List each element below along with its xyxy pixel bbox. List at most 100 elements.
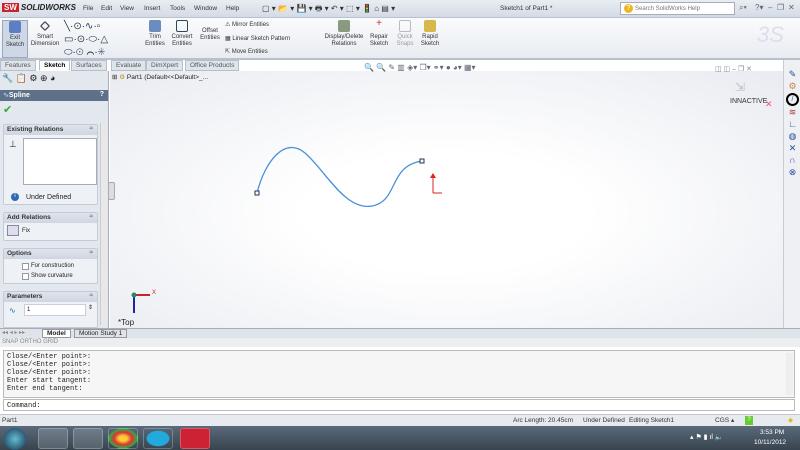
existing-relations-header[interactable]: Existing Relations <box>4 125 97 135</box>
help-icon[interactable]: ?▾ <box>755 3 763 12</box>
for-construction-label: For construction <box>31 263 75 269</box>
bottom-tabs-bar: ◂◂ ◂ ▸ ▸▸ Model Motion Study 1 <box>0 328 800 338</box>
system-tray-icons[interactable]: ▴ ⚑ ▮ ıl 🔈 <box>690 433 724 441</box>
quick-snaps-button[interactable]: Quick Snaps <box>394 20 416 48</box>
menu-help[interactable]: Help <box>226 5 239 12</box>
solidworks-logo: SW SOLIDWORKS <box>2 3 76 12</box>
command-manager: Exit Sketch Smart Dimension ╲·⊙·∿·▫ ▭·⊙·⬭… <box>0 18 800 60</box>
sketch-tools-grid[interactable]: ╲·⊙·∿·▫ ▭·⊙·⬭·△ ⬭·⊙ ⌒·✳ <box>64 20 108 59</box>
repair-label: Repair Sketch <box>369 34 389 47</box>
command-scrollbar[interactable] <box>786 353 793 395</box>
search-icon[interactable]: ⌕▾ <box>739 3 747 13</box>
brand-name: SOLIDWORKS <box>20 3 76 12</box>
offset-entities-button[interactable]: Offset Entities <box>198 28 222 42</box>
quick-snaps-icon <box>399 20 411 32</box>
origin-icon <box>430 173 442 194</box>
menu-file[interactable]: File <box>83 5 93 12</box>
solidworks-taskbar-icon[interactable] <box>180 428 210 449</box>
start-button[interactable] <box>4 428 26 450</box>
tab-motion-study[interactable]: Motion Study 1 <box>74 329 128 338</box>
spline-points-icon: ∿ <box>9 306 16 315</box>
history-line: Close/<Enter point>: <box>7 369 92 377</box>
status-bar: Part1 Arc Length: 20.45cm Under Defined … <box>0 414 800 426</box>
help-button[interactable]: ? <box>100 91 104 98</box>
menu-insert[interactable]: Insert <box>144 5 160 12</box>
menu-edit[interactable]: Edit <box>101 5 112 12</box>
clock-date[interactable]: 10/11/2012 <box>754 439 786 446</box>
media-player-taskbar-icon[interactable] <box>73 428 103 449</box>
highlighted-circle-icon[interactable]: / <box>786 93 799 106</box>
search-help-input[interactable]: Search SolidWorks Help <box>620 2 735 15</box>
close-icon[interactable]: ✕ <box>788 3 795 12</box>
ok-checkmark-icon[interactable]: ✔ <box>3 103 12 116</box>
trim-label: Trim Entities <box>145 34 165 47</box>
repair-icon: + <box>376 18 382 29</box>
move-label: Move Entities <box>231 49 268 55</box>
mirror-entities-button[interactable]: ⚠ Mirror Entities <box>225 21 269 28</box>
move-entities-button[interactable]: ⇱ Move Entities <box>225 48 268 55</box>
sketch-canvas[interactable] <box>110 71 783 328</box>
parameters-section: Parameters ∿ 1 ⇕ <box>3 291 98 328</box>
menu-window[interactable]: Window <box>194 5 217 12</box>
tab-surfaces[interactable]: Surfaces <box>71 60 107 71</box>
menu-tools[interactable]: Tools <box>170 5 185 12</box>
display-delete-relations-button[interactable]: Display/Delete Relations <box>322 20 366 48</box>
tab-scroll-arrows[interactable]: ◂◂ ◂ ▸ ▸▸ <box>2 329 25 336</box>
graphics-area[interactable]: ⊞ ⚙ Part1 (Default<<Default>_... 🔍 🔍 ✎ ▥… <box>108 63 783 328</box>
units-dropdown-icon[interactable]: ▴ <box>731 416 734 424</box>
smart-dimension-button[interactable]: Smart Dimension <box>29 20 61 48</box>
restore-icon[interactable]: ❐ <box>777 3 784 12</box>
tab-model[interactable]: Model <box>42 329 71 338</box>
exit-sketch-button[interactable]: Exit Sketch <box>2 20 28 58</box>
menu-view[interactable]: View <box>120 5 134 12</box>
parameters-header[interactable]: Parameters <box>4 292 97 302</box>
manager-tabs[interactable]: 🔧 📋 ⚙ ⊕ ◕ <box>2 73 55 84</box>
tab-evaluate[interactable]: Evaluate <box>111 60 147 71</box>
status-editing: Editing Sketch1 <box>629 417 675 424</box>
fix-icon[interactable] <box>7 225 19 236</box>
spin-button[interactable]: ⇕ <box>88 304 93 311</box>
command-input[interactable]: Command: <box>3 399 795 411</box>
units-selector[interactable]: CGS <box>715 417 729 424</box>
rapid-sketch-button[interactable]: Rapid Sketch <box>419 20 441 48</box>
relations-list[interactable] <box>23 138 97 185</box>
clock-time[interactable]: 3:53 PM <box>760 429 784 436</box>
options-section: Options For construction Show curvature <box>3 248 98 284</box>
history-line: Close/<Enter point>: <box>7 361 92 369</box>
convert-entities-button[interactable]: Convert Entities <box>169 20 195 48</box>
existing-relations-section: Existing Relations ⊥ i Under Defined <box>3 124 98 205</box>
new-document-icon[interactable]: ▢ ▾ 📂 ▾ 💾 ▾ 🖶 ▾ ↶ ▾ ⬚ ▾ 🚦 ⌂ ▤ ▾ <box>262 3 395 17</box>
tab-sketch[interactable]: Sketch <box>39 60 71 71</box>
show-curvature-checkbox[interactable] <box>22 273 29 280</box>
relations-icon <box>338 20 350 32</box>
spline-curve[interactable] <box>256 146 423 207</box>
smart-dimension-label: Smart Dimension <box>30 34 60 47</box>
skype-taskbar-icon[interactable] <box>143 428 173 449</box>
explorer-taskbar-icon[interactable] <box>38 428 68 449</box>
trim-entities-button[interactable]: Trim Entities <box>144 20 166 48</box>
linear-sketch-pattern-button[interactable]: ▦ Linear Sketch Pattern <box>225 35 290 42</box>
minimize-icon[interactable]: – <box>768 3 772 12</box>
spline-header: ∿Spline? <box>0 90 108 101</box>
panel-scrollbar[interactable] <box>100 123 107 325</box>
quick-tips-icon[interactable]: ? <box>745 416 753 425</box>
repair-sketch-button[interactable]: + Repair Sketch <box>368 18 390 48</box>
for-construction-checkbox[interactable] <box>22 263 29 270</box>
spline-start-point[interactable] <box>254 190 260 196</box>
task-pane-tabs: ✎ ⚙ / ≋ ∟ ◍ ✕ ∩ ⊗ <box>783 60 800 328</box>
tab-dimxpert[interactable]: DimXpert <box>146 60 184 71</box>
task-pane-icons[interactable]: ✎ ⚙ / ≋ ∟ ◍ ✕ ∩ ⊗ <box>786 68 799 178</box>
chrome-taskbar-icon[interactable] <box>108 428 138 449</box>
document-title: Sketch1 of Part1 * <box>500 5 553 12</box>
rebuild-icon[interactable]: ◆ <box>788 416 793 424</box>
tab-office-products[interactable]: Office Products <box>185 60 240 71</box>
fix-label[interactable]: Fix <box>22 228 30 234</box>
spline-point-number-input[interactable]: 1 <box>24 304 86 316</box>
tab-features[interactable]: Features <box>0 60 36 71</box>
options-header[interactable]: Options <box>4 249 97 259</box>
snap-ortho-grid-bar[interactable]: SNAP ORTHO GRID <box>0 338 800 347</box>
exit-sketch-icon <box>9 21 21 33</box>
spline-end-point[interactable] <box>419 158 425 164</box>
status-defined: Under Defined <box>583 417 625 424</box>
add-relations-header[interactable]: Add Relations <box>4 213 97 223</box>
